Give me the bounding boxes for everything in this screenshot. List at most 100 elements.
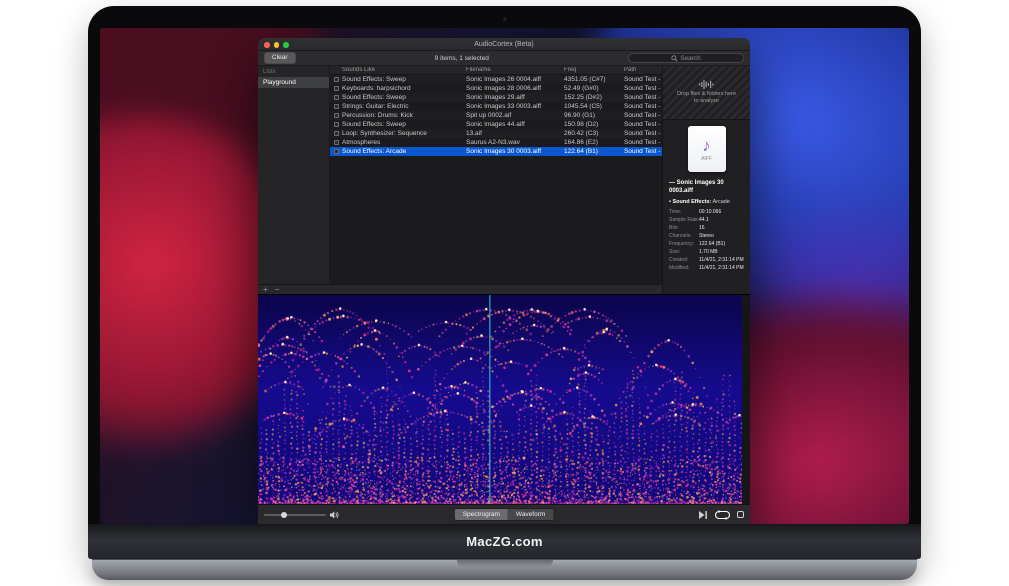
cell-path: Sound Test - xyxy=(624,121,662,128)
cell-filename: 13.aif xyxy=(466,130,564,137)
cell-freq: 96.90 (G1) xyxy=(564,112,624,119)
row-checkbox[interactable] xyxy=(334,95,339,100)
sidebar-list: Playground xyxy=(258,77,329,88)
spectrogram-canvas[interactable] xyxy=(258,295,742,505)
search-input[interactable]: Search xyxy=(628,53,744,63)
cell-freq: 150.98 (D2) xyxy=(564,121,624,128)
view-mode-segment[interactable]: Spectrogram xyxy=(455,509,508,520)
cell-path: Sound Test - xyxy=(624,130,662,137)
search-icon xyxy=(671,55,678,62)
row-checkbox[interactable] xyxy=(334,86,339,91)
stop-icon[interactable] xyxy=(737,511,744,518)
table-row[interactable]: Sound Effects: Sweep Sonic Images 26 000… xyxy=(330,75,662,84)
table-header: Sounds Like Filename Freq Path xyxy=(330,66,662,75)
music-note-icon: ♪ xyxy=(702,137,711,154)
cell-filename: Sonic Images 29.aiff xyxy=(466,94,564,101)
column-header-freq[interactable]: Freq xyxy=(564,67,624,73)
table-body: Sound Effects: Sweep Sonic Images 26 000… xyxy=(330,75,662,156)
laptop-base-notch xyxy=(457,560,553,567)
row-checkbox[interactable] xyxy=(334,122,339,127)
metadata-value: 122.64 (B1) xyxy=(699,241,744,247)
waveform-icon xyxy=(699,80,715,89)
add-list-button[interactable]: + xyxy=(263,286,268,294)
cell-path: Sound Test - xyxy=(624,85,662,92)
cell-path: Sound Test - xyxy=(624,94,662,101)
spectrogram-section xyxy=(258,294,750,504)
table-row[interactable]: Percussion: Drums: Kick Spit up 0002.aif… xyxy=(330,111,662,120)
row-checkbox[interactable] xyxy=(334,149,339,154)
window-titlebar[interactable]: AudioCortex (Beta) xyxy=(258,38,750,51)
metadata-value: 11/4/21, 2:31:14 PM xyxy=(699,265,744,271)
cell-sounds-like: Keyboards: harpsichord xyxy=(342,85,466,92)
row-checkbox[interactable] xyxy=(334,113,339,118)
close-button[interactable] xyxy=(264,42,270,48)
table-row[interactable]: Loop: Synthesizer: Sequence 13.aif 260.4… xyxy=(330,129,662,138)
cell-freq: 164.86 (E2) xyxy=(564,139,624,146)
table-row[interactable]: Sound Effects: Sweep Sonic Images 44.aif… xyxy=(330,120,662,129)
metadata-value: 11/4/21, 2:31:14 PM xyxy=(699,257,744,263)
spectrogram-view[interactable] xyxy=(258,295,742,505)
table-row[interactable]: Strings: Guitar: Electric Sonic Images 3… xyxy=(330,102,662,111)
metadata-label: Frequency: xyxy=(669,241,699,247)
metadata-label: Bits: xyxy=(669,225,699,231)
volume-slider-thumb[interactable] xyxy=(281,512,287,518)
metadata-value: 1.70 MB xyxy=(699,249,744,255)
cell-filename: Sonic Images 28 0006.aiff xyxy=(466,85,564,92)
cell-sounds-like: Loop: Synthesizer: Sequence xyxy=(342,130,466,137)
table-row[interactable]: Keyboards: harpsichord Sonic Images 28 0… xyxy=(330,84,662,93)
metadata-label: Modified: xyxy=(669,265,699,271)
metadata-value: 00:10.066 xyxy=(699,209,744,215)
laptop-screen-shell: AudioCortex (Beta) Clear 9 items, 1 sele… xyxy=(88,6,921,559)
metadata-value: Stereo xyxy=(699,233,744,239)
table-row[interactable]: Atmospheres Saurus A2-N3.wav 164.86 (E2)… xyxy=(330,138,662,147)
cell-freq: 1045.54 (C5) xyxy=(564,103,624,110)
column-header-path[interactable]: Path xyxy=(624,67,662,73)
cell-filename: Sonic Images 33 0003.aiff xyxy=(466,103,564,110)
sidebar-section-label: Lists xyxy=(258,66,329,77)
cell-path: Sound Test - xyxy=(624,76,662,83)
view-mode-segment[interactable]: Waveform xyxy=(508,509,553,520)
traffic-lights xyxy=(264,42,289,48)
view-mode-segmented-control: Spectrogram Waveform xyxy=(454,508,555,521)
cell-path: Sound Test - xyxy=(624,103,662,110)
column-header-sounds-like[interactable]: Sounds Like xyxy=(342,67,466,73)
remove-list-button[interactable]: − xyxy=(275,286,280,294)
loop-icon[interactable] xyxy=(715,510,730,520)
sidebar: Lists Playground xyxy=(258,66,330,294)
sidebar-item-playground[interactable]: Playground xyxy=(258,77,329,88)
cell-freq: 122.64 (B1) xyxy=(564,148,624,155)
cell-filename: Sonic Images 26 0004.aiff xyxy=(466,76,564,83)
row-checkbox[interactable] xyxy=(334,77,339,82)
minimize-button[interactable] xyxy=(274,42,280,48)
cell-filename: Saurus A2-N3.wav xyxy=(466,139,564,146)
cell-freq: 4351.05 (C#7) xyxy=(564,76,624,83)
volume-control xyxy=(264,511,340,519)
detail-category: • Sound Effects: Arcade xyxy=(663,196,750,207)
webcam-dot xyxy=(503,17,507,21)
row-checkbox[interactable] xyxy=(334,104,339,109)
cell-freq: 260.42 (C3) xyxy=(564,130,624,137)
cell-sounds-like: Sound Effects: Arcade xyxy=(342,148,466,155)
cell-sounds-like: Atmospheres xyxy=(342,139,466,146)
laptop-base xyxy=(92,559,917,580)
cell-sounds-like: Sound Effects: Sweep xyxy=(342,76,466,83)
column-header-filename[interactable]: Filename xyxy=(466,67,564,73)
speaker-icon[interactable] xyxy=(330,511,340,519)
cell-sounds-like: Percussion: Drums: Kick xyxy=(342,112,466,119)
table-row[interactable]: Sound Effects: Arcade Sonic Images 30 00… xyxy=(330,147,662,156)
detail-category-value: Arcade xyxy=(713,199,730,205)
row-checkbox[interactable] xyxy=(334,131,339,136)
table-row[interactable]: Sound Effects: Sweep Sonic Images 29.aif… xyxy=(330,93,662,102)
dropzone-text: Drop files & folders here to analyze xyxy=(676,91,738,106)
dropzone[interactable]: Drop files & folders here to analyze xyxy=(663,66,750,120)
zoom-button[interactable] xyxy=(283,42,289,48)
toolbar: Clear 9 items, 1 selected Search xyxy=(258,51,750,66)
clear-button[interactable]: Clear xyxy=(264,52,296,64)
volume-slider[interactable] xyxy=(264,514,326,516)
cell-path: Sound Test - xyxy=(624,112,662,119)
row-checkbox[interactable] xyxy=(334,140,339,145)
selected-file-card: ♪ AIFF xyxy=(663,120,750,175)
file-metadata: Time: 00:10.066 Sample Rate: 44.1 Bits: … xyxy=(663,207,750,273)
metadata-value: 16 xyxy=(699,225,744,231)
skip-to-end-icon[interactable] xyxy=(699,511,708,519)
